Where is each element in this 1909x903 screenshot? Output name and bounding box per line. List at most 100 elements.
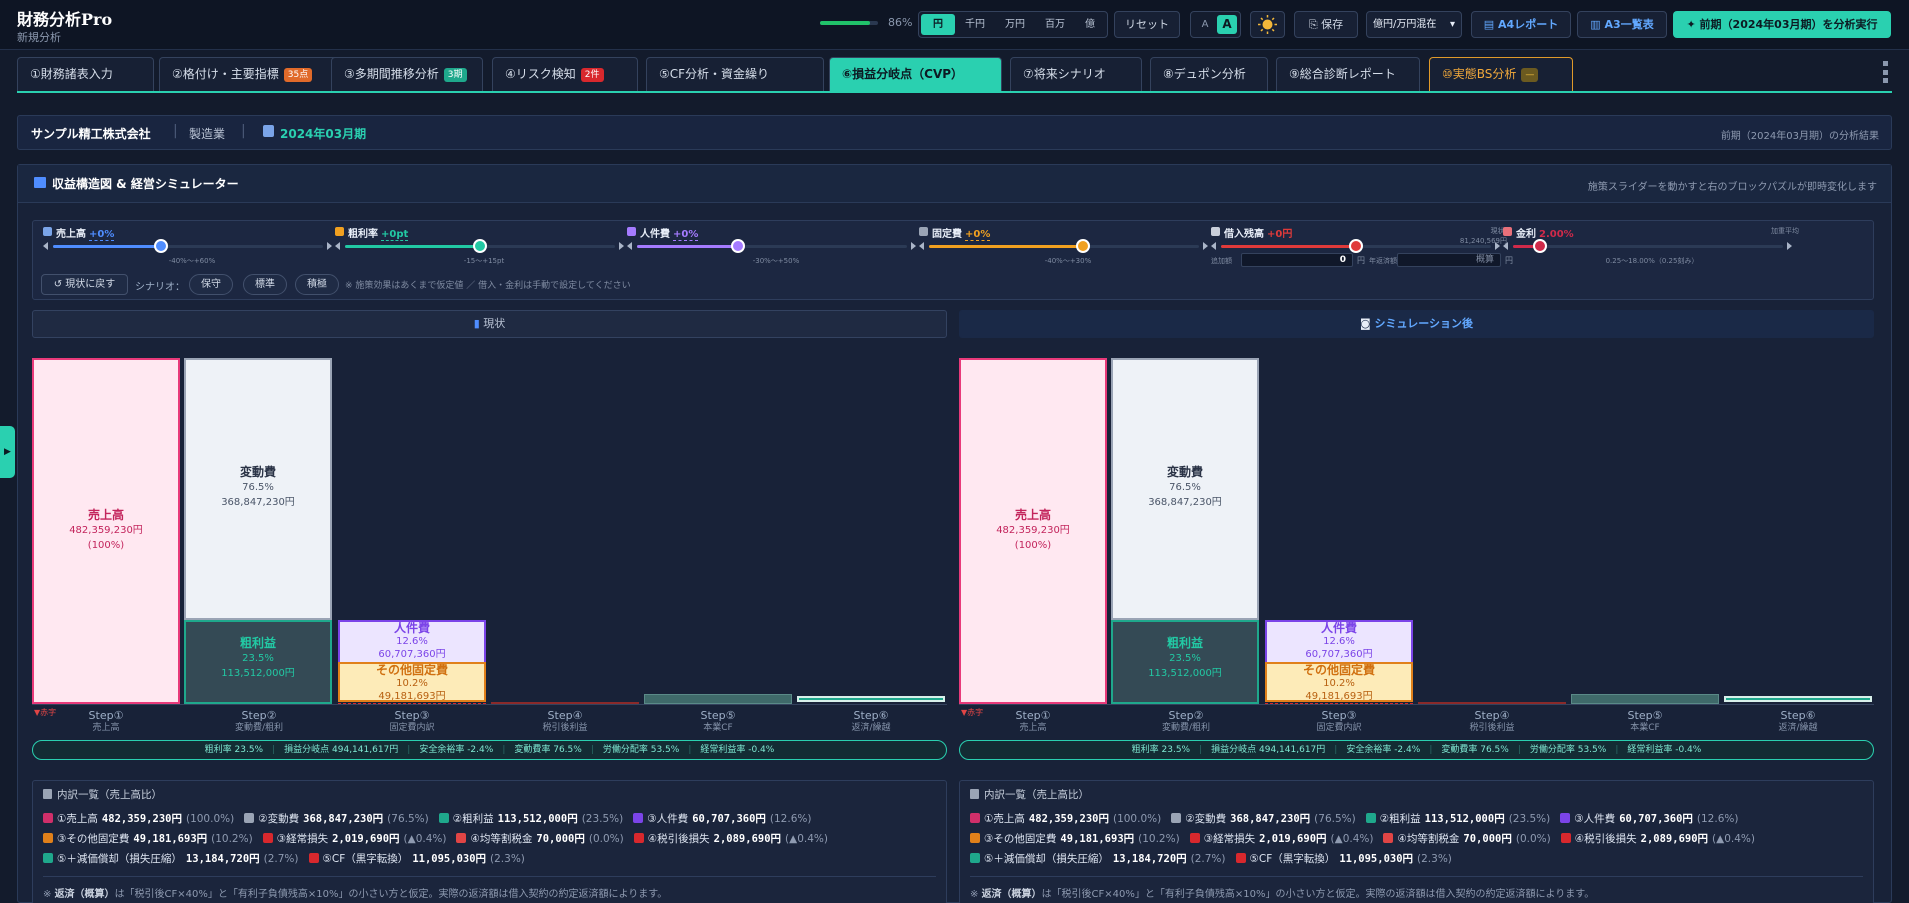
chevron-right-icon[interactable]	[619, 242, 624, 250]
other-fixed-label: その他固定費	[1302, 663, 1375, 677]
chevron-right-icon[interactable]	[911, 242, 916, 250]
scenario-button-2[interactable]: 積極	[295, 274, 339, 295]
scenario-button-1[interactable]: 標準	[243, 274, 287, 295]
unit-option-0[interactable]: 円	[921, 14, 955, 35]
slider-track-5[interactable]	[1513, 245, 1783, 248]
breakdown-item: ⑤CF（黒字転換） 11,095,030円 (2.3%)	[308, 853, 525, 865]
block-variable-cost: 変動費 76.5% 368,847,230円	[1111, 358, 1259, 620]
scenario-button-0[interactable]: 保守	[189, 274, 233, 295]
metric-3: 変動費率 76.5%	[514, 745, 582, 755]
tab-6[interactable]: ⑥損益分岐点（CVP）	[829, 57, 1002, 91]
app-title: 財務分析Pro	[17, 10, 113, 29]
chevron-right-icon[interactable]	[327, 242, 332, 250]
slider-knob-3[interactable]	[1076, 239, 1091, 253]
run-analysis-button[interactable]: ✦ 前期（2024年03月期）を分析実行	[1673, 11, 1891, 38]
theme-toggle-button[interactable]	[1250, 11, 1285, 38]
gross-label: 粗利益	[239, 636, 276, 650]
clipboard-icon	[970, 789, 979, 799]
item-share: (2.3%)	[490, 853, 525, 865]
item-label: ③その他固定費	[57, 833, 130, 845]
side-drawer-toggle[interactable]: ▶	[0, 426, 15, 478]
other-fixed-share: 10.2%	[1323, 678, 1355, 689]
chevron-left-icon[interactable]	[919, 242, 924, 250]
tab-1[interactable]: ①財務諸表入力	[17, 57, 154, 91]
tab-10[interactable]: ⑩実態BS分析 —	[1429, 57, 1573, 91]
a4-report-button[interactable]: ▤ A4レポート	[1471, 11, 1571, 38]
chevron-left-icon[interactable]	[627, 242, 632, 250]
font-small-button[interactable]: A	[1196, 15, 1214, 34]
unit-selector: 円千円 万円 百万億	[918, 11, 1108, 38]
loan-add-input[interactable]: 0	[1241, 253, 1353, 267]
step-title: 本業CF	[703, 723, 733, 733]
block-other-fixed-cost: その他固定費 10.2% 49,181,693円	[1265, 662, 1413, 702]
tab-2[interactable]: ②格付け・主要指標 35点	[159, 57, 339, 91]
unit-option-1[interactable]: 千円	[955, 14, 995, 35]
unit-format-select[interactable]: 億円/万円混在 ▾	[1366, 11, 1462, 38]
unit-option-4[interactable]: 億	[1075, 14, 1105, 35]
item-value: 482,359,230円	[101, 813, 182, 825]
tab-8[interactable]: ⑧デュポン分析	[1150, 57, 1268, 91]
breakdown-item: ④税引後損失 2,089,690円 (▲0.4%)	[1560, 833, 1755, 845]
tab-7[interactable]: ⑦将来シナリオ	[1010, 57, 1142, 91]
tab-4[interactable]: ④リスク検知 2件	[492, 57, 638, 91]
metrics-strip-current: 粗利率 23.5% | 損益分岐点 494,141,617円 | 安全余裕率 -2.4%…	[32, 740, 947, 760]
a3-table-button[interactable]: ▥ A3一覧表	[1577, 11, 1667, 38]
reset-button[interactable]: リセット	[1114, 11, 1180, 38]
chevron-right-icon[interactable]	[1495, 242, 1500, 250]
chevron-left-icon[interactable]	[43, 242, 48, 250]
fiscal-period: 2024年03月期	[280, 127, 367, 141]
unit-option-2[interactable]: 万円	[995, 14, 1035, 35]
slider-knob-2[interactable]	[731, 239, 746, 253]
slider-label-0: 売上高 +0%	[56, 225, 115, 241]
item-share: (0.0%)	[588, 833, 624, 845]
metric-4: 労働分配率 53.5%	[1529, 745, 1607, 755]
legend-swatch	[1383, 833, 1394, 843]
step-number: Step①	[1015, 709, 1051, 722]
simulator-header: 収益構造図 & 経営シミュレーター 施策スライダーを動かすと右のブロックパズルが…	[18, 165, 1891, 203]
unit-option-3[interactable]: 百万	[1035, 14, 1075, 35]
slider-knob-4[interactable]	[1349, 239, 1363, 253]
sales-amount: 482,359,230円	[996, 525, 1070, 536]
chevron-left-icon[interactable]	[335, 242, 340, 250]
item-value: 2,019,690円	[1259, 833, 1327, 845]
variable-label: 変動費	[239, 465, 276, 479]
metric-0: 粗利率 23.5%	[1131, 745, 1191, 755]
step-label-1: Step① 売上高	[959, 709, 1107, 735]
people-icon	[627, 227, 636, 236]
sales-amount: 482,359,230円	[69, 525, 143, 536]
other-fixed-label: その他固定費	[375, 663, 448, 677]
slider-knob-0[interactable]	[154, 239, 168, 253]
variable-amount: 368,847,230円	[1148, 497, 1222, 508]
tab-9[interactable]: ⑨総合診断レポート	[1276, 57, 1420, 91]
breakdown-item: ②粗利益 113,512,000円 (23.5%)	[438, 813, 624, 825]
step-label-4: Step④ 税引後利益	[1418, 709, 1566, 735]
slider-knob-1[interactable]	[473, 239, 487, 253]
undo-icon: ↺	[53, 279, 66, 290]
slider-knob-5[interactable]	[1533, 239, 1547, 253]
slider-fill	[637, 245, 739, 248]
save-button[interactable]: ⎘ 保存	[1294, 11, 1358, 38]
annual-repayment-input[interactable]: 概算	[1397, 253, 1501, 267]
legend-swatch	[456, 833, 467, 843]
step-label-2: Step② 変動費/粗利	[185, 709, 333, 735]
chevron-right-icon[interactable]	[1203, 242, 1208, 250]
reset-to-current-button[interactable]: ↺ 現状に戻す	[41, 274, 128, 295]
chevron-left-icon[interactable]	[1211, 242, 1216, 250]
chevron-left-icon[interactable]	[1503, 242, 1508, 250]
simulator-title: 収益構造図 & 経営シミュレーター	[52, 177, 239, 191]
block-labor-cost: 人件費 12.6% 60,707,360円	[338, 620, 486, 665]
slider-track-2[interactable]	[637, 245, 907, 248]
step-number: Step⑤	[1627, 709, 1663, 722]
breakdown-row: ⑤＋減価償却（損失圧縮） 13,184,720円 (2.7%) ⑤CF（黒字転換） 11…	[970, 851, 1462, 866]
slider-track-3[interactable]	[929, 245, 1199, 248]
tab-scroll-handle[interactable]	[1880, 57, 1890, 89]
item-share: (23.5%)	[581, 813, 624, 825]
chevron-right-icon[interactable]	[1787, 242, 1792, 250]
item-value: 70,000円	[536, 833, 585, 845]
tab-5[interactable]: ⑤CF分析・資金繰り	[646, 57, 824, 91]
slider-track-0[interactable]	[53, 245, 323, 248]
font-large-button[interactable]: A	[1217, 15, 1237, 34]
other-fixed-share: 10.2%	[396, 678, 428, 689]
tab-3[interactable]: ③多期間推移分析 3期	[331, 57, 483, 91]
item-value: 49,181,693円	[133, 833, 208, 845]
